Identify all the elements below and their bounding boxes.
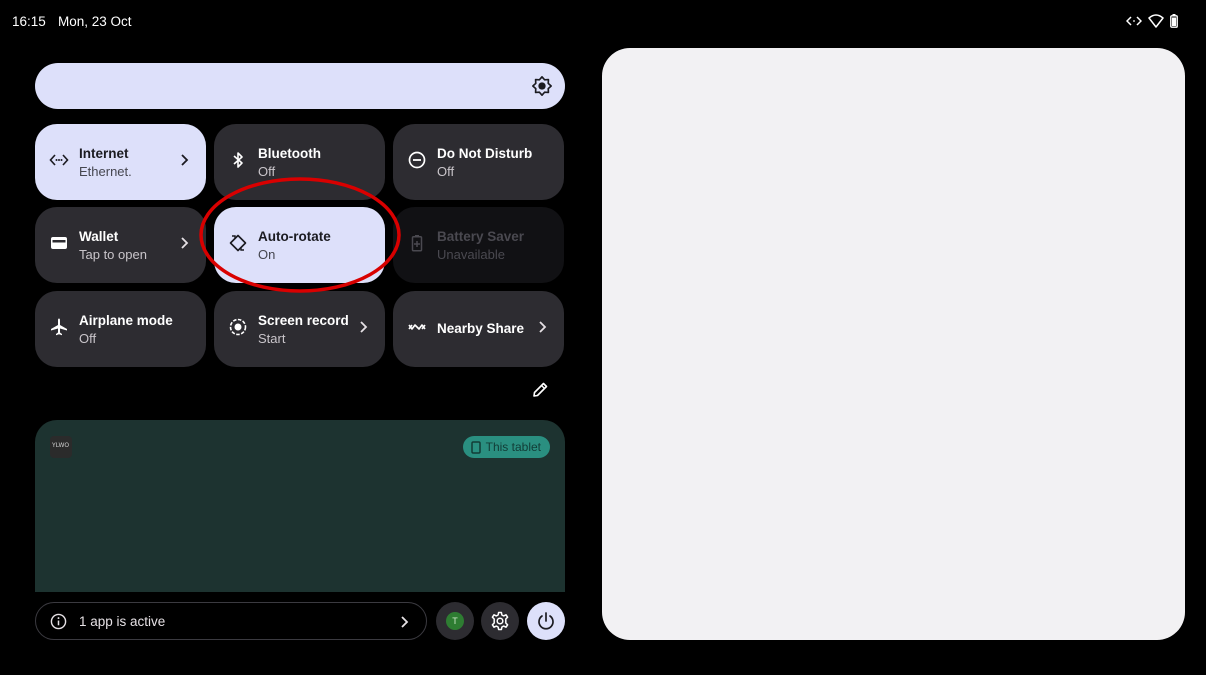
tile-battery-saver[interactable]: Battery Saver Unavailable	[393, 207, 564, 283]
tile-status: Off	[79, 331, 97, 346]
tile-status: Unavailable	[437, 247, 505, 262]
tile-nearby-share[interactable]: Nearby Share	[393, 291, 564, 367]
tile-label: Battery Saver	[437, 229, 525, 244]
tile-label: Airplane mode	[79, 313, 173, 328]
status-time: 16:15	[12, 14, 46, 29]
wifi-icon	[1148, 14, 1164, 28]
chevron-right-icon	[360, 321, 368, 333]
pencil-icon[interactable]	[531, 381, 549, 399]
tile-do-not-disturb[interactable]: Do Not Disturb Off	[393, 124, 564, 200]
battery-saver-icon	[411, 235, 423, 252]
wallet-icon	[51, 237, 67, 249]
settings-button[interactable]	[481, 602, 519, 640]
media-app-icon-text: YLWO	[52, 442, 70, 449]
media-output-label: This tablet	[485, 440, 541, 454]
do-not-disturb-icon	[408, 151, 426, 169]
gear-icon	[491, 611, 509, 631]
tile-internet[interactable]: Internet Ethernet.	[35, 124, 206, 200]
status-icons	[1126, 13, 1178, 29]
power-icon	[538, 612, 554, 630]
media-card[interactable]: YLWO This tablet	[35, 420, 565, 592]
media-app-icon: YLWO	[50, 436, 72, 458]
tablet-icon	[470, 440, 481, 454]
airplane-icon	[51, 318, 67, 336]
tile-status: Start	[258, 331, 286, 346]
tile-label: Auto-rotate	[258, 229, 331, 244]
info-icon	[50, 613, 67, 630]
tile-status: Ethernet.	[79, 164, 132, 179]
notification-panel	[602, 48, 1185, 640]
chevron-right-icon	[539, 321, 547, 333]
tile-label: Internet	[79, 146, 129, 161]
ethernet-icon	[1126, 15, 1142, 27]
tile-wallet[interactable]: Wallet Tap to open	[35, 207, 206, 283]
tile-label: Do Not Disturb	[437, 146, 533, 161]
chevron-right-icon	[401, 616, 409, 628]
bluetooth-icon	[233, 152, 243, 168]
media-output-chip[interactable]: This tablet	[462, 436, 550, 458]
tile-label: Screen record	[258, 313, 349, 328]
user-switcher-button[interactable]: T	[436, 602, 474, 640]
tile-status: On	[258, 247, 276, 262]
tile-status: Off	[437, 164, 455, 179]
tile-label: Wallet	[79, 229, 119, 244]
active-apps-label: 1 app is active	[79, 614, 166, 629]
screen-record-icon	[229, 318, 247, 336]
avatar: T	[446, 612, 464, 630]
tile-bluetooth[interactable]: Bluetooth Off	[214, 124, 385, 200]
battery-icon	[1170, 14, 1178, 28]
tile-auto-rotate[interactable]: Auto-rotate On	[214, 207, 385, 283]
ethernet-icon	[49, 154, 69, 166]
active-apps-button[interactable]: 1 app is active	[35, 602, 427, 640]
tile-label: Nearby Share	[437, 321, 525, 336]
status-date: Mon, 23 Oct	[58, 14, 132, 29]
tile-airplane-mode[interactable]: Airplane mode Off	[35, 291, 206, 367]
tile-screen-record[interactable]: Screen record Start	[214, 291, 385, 367]
chevron-right-icon	[181, 237, 189, 249]
nearby-share-icon	[408, 324, 426, 330]
tile-label: Bluetooth	[258, 146, 321, 161]
brightness-icon	[532, 76, 552, 96]
tile-status: Off	[258, 164, 276, 179]
auto-rotate-icon	[229, 234, 247, 252]
chevron-right-icon	[181, 154, 189, 166]
power-button[interactable]	[527, 602, 565, 640]
tile-status: Tap to open	[79, 247, 147, 262]
brightness-slider[interactable]	[35, 63, 565, 109]
